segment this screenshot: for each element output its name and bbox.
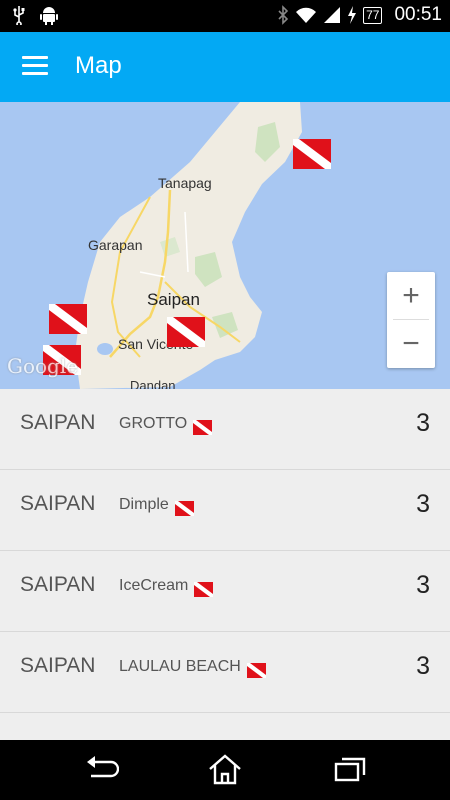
zoom-out-button[interactable]: − [387,320,435,367]
row-site-name: LAULAU BEACH [119,658,266,679]
dive-flag-icon [246,663,266,679]
page-title: Map [75,52,122,79]
row-region: SAIPAN [20,411,96,434]
row-count: 3 [416,409,430,437]
row-count: 3 [416,490,430,518]
battery-indicator: 77 [363,6,383,24]
status-bar: 77 00:51 [0,0,450,32]
list-item[interactable]: SAIPAN GROTTO 3 [0,389,450,470]
dive-flag-marker[interactable] [293,139,331,174]
app-bar: Map [0,32,450,102]
map-label-tanapag: Tanapag [158,175,212,191]
map-label-saipan: Saipan [147,290,200,309]
row-site-name: IceCream [119,577,214,598]
usb-icon [12,5,26,25]
bluetooth-icon [277,5,289,25]
google-logo: Google [7,354,79,378]
dive-site-list: SAIPAN GROTTO 3 SAIPAN Dimple 3 SAIPAN I… [0,389,450,713]
row-site-name: GROTTO [119,415,213,436]
row-count: 3 [416,571,430,599]
list-item[interactable]: SAIPAN IceCream 3 [0,551,450,632]
back-icon[interactable] [83,754,120,789]
status-clock: 00:51 [394,4,442,25]
recent-apps-icon[interactable] [333,754,367,789]
list-item[interactable]: SAIPAN Dimple 3 [0,470,450,551]
signal-icon [323,6,341,24]
zoom-controls: + − [387,272,435,368]
map-label-garapan: Garapan [88,237,143,253]
row-region: SAIPAN [20,654,96,677]
zoom-in-button[interactable]: + [387,272,435,319]
system-nav-bar [0,740,450,800]
home-icon[interactable] [207,754,243,791]
map-label-dandan: Dandan [130,378,176,389]
row-region: SAIPAN [20,573,96,596]
dive-flag-icon [193,420,213,436]
dive-flag-marker[interactable] [49,304,87,339]
list-item[interactable]: SAIPAN LAULAU BEACH 3 [0,632,450,713]
row-site-name: Dimple [119,496,194,517]
charging-icon [347,6,357,24]
android-icon [40,5,58,25]
dive-flag-icon [174,501,194,517]
map-view[interactable]: Tanapag Garapan Saipan San Vicente Danda… [0,102,450,389]
menu-icon[interactable] [22,56,48,76]
wifi-icon [295,6,317,24]
row-region: SAIPAN [20,492,96,515]
row-count: 3 [416,652,430,680]
dive-flag-marker[interactable] [167,317,205,352]
dive-flag-icon [194,582,214,598]
